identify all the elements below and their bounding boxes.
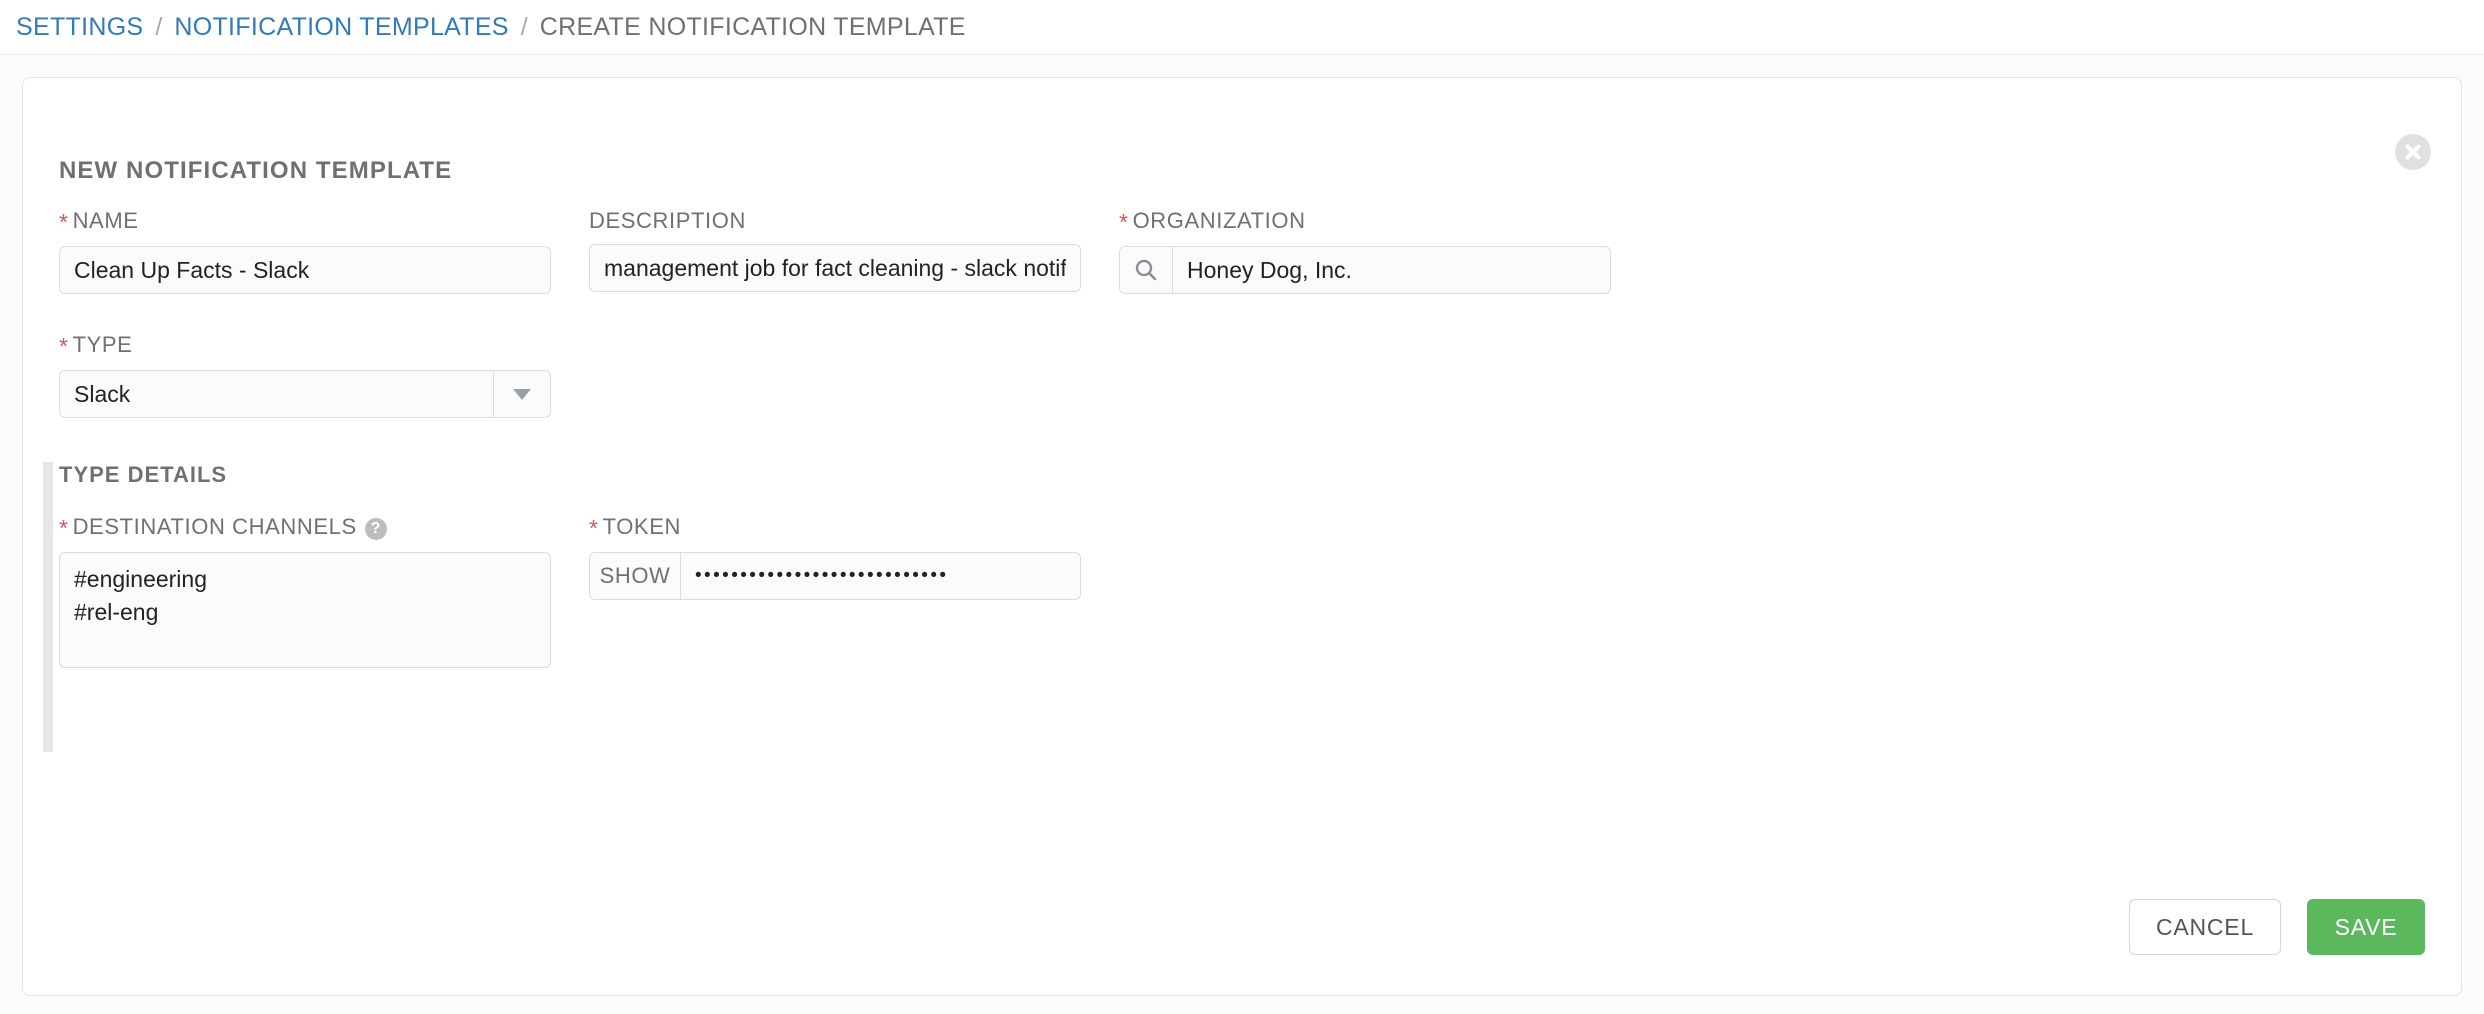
- organization-label: * ORGANIZATION: [1119, 208, 1611, 236]
- organization-input[interactable]: [1173, 247, 1610, 293]
- organization-label-text: ORGANIZATION: [1132, 208, 1306, 233]
- type-details-row: * DESTINATION CHANNELS? #engineering #rel…: [59, 514, 2425, 673]
- type-label: * TYPE: [59, 332, 551, 360]
- type-details-title: TYPE DETAILS: [59, 462, 228, 487]
- type-details-accent-bar: [43, 462, 53, 752]
- breadcrumb: SETTINGS / NOTIFICATION TEMPLATES / CREA…: [0, 0, 2484, 55]
- breadcrumb-item-create-notification-template: CREATE NOTIFICATION TEMPLATE: [539, 12, 966, 41]
- form-row-2: * TYPE Slack: [23, 332, 2461, 418]
- required-marker-token: *: [589, 515, 599, 541]
- organization-input-group: [1119, 246, 1611, 294]
- field-token: * TOKEN SHOW: [589, 514, 1081, 673]
- destination-channels-textarea[interactable]: #engineering #rel-eng: [59, 552, 551, 668]
- breadcrumb-item-settings[interactable]: SETTINGS: [16, 13, 143, 42]
- field-name: * NAME: [59, 208, 551, 294]
- destination-channels-label-text: DESTINATION CHANNELS: [72, 514, 357, 539]
- page-title: NEW NOTIFICATION TEMPLATE: [59, 157, 453, 184]
- required-marker-type: *: [59, 333, 69, 359]
- type-select-value[interactable]: Slack: [59, 370, 493, 418]
- card-footer: CANCEL SAVE: [2129, 899, 2425, 955]
- token-show-button[interactable]: SHOW: [590, 553, 681, 599]
- type-details-spacer: [1119, 514, 1611, 673]
- name-label: * NAME: [59, 208, 551, 236]
- breadcrumb-item-notification-templates[interactable]: NOTIFICATION TEMPLATES: [174, 13, 508, 42]
- new-notification-template-card: NEW NOTIFICATION TEMPLATE *NAME DESCRIPT…: [22, 77, 2462, 996]
- destination-channels-label: * DESTINATION CHANNELS?: [59, 514, 551, 542]
- description-label: DESCRIPTION: [589, 208, 746, 233]
- field-type: * TYPE Slack: [59, 332, 551, 418]
- breadcrumb-separator-1: /: [155, 12, 163, 41]
- token-label: * TOKEN: [589, 514, 1081, 542]
- field-destination-channels: * DESTINATION CHANNELS? #engineering #rel…: [59, 514, 551, 673]
- form-row-2-spacer-b: [1119, 332, 1611, 418]
- question-mark-icon[interactable]: ?: [364, 518, 387, 540]
- description-input[interactable]: [589, 244, 1081, 292]
- token-input[interactable]: [681, 553, 1080, 599]
- search-icon[interactable]: [1120, 247, 1173, 293]
- form-row-2-spacer-a: [589, 332, 1081, 418]
- save-button[interactable]: SAVE: [2307, 899, 2425, 955]
- form-area: *NAME DESCRIPTION *ORGANIZATION: [23, 208, 2461, 752]
- form-row-1: *NAME DESCRIPTION *ORGANIZATION: [23, 208, 2461, 294]
- name-input[interactable]: [59, 246, 551, 294]
- name-label-text: NAME: [72, 208, 139, 233]
- page-body: NEW NOTIFICATION TEMPLATE *NAME DESCRIPT…: [0, 55, 2484, 1014]
- required-marker-destination-channels: *: [59, 515, 69, 541]
- field-organization: * ORGANIZATION: [1119, 208, 1611, 294]
- close-icon[interactable]: [2395, 134, 2431, 170]
- token-input-group: SHOW: [589, 552, 1081, 600]
- field-description: DESCRIPTION: [589, 208, 1081, 294]
- chevron-down-icon[interactable]: [493, 370, 551, 418]
- required-marker-organization: *: [1119, 209, 1129, 235]
- type-select[interactable]: Slack: [59, 370, 551, 418]
- breadcrumb-separator-2: /: [520, 12, 528, 41]
- type-label-text: TYPE: [72, 332, 133, 357]
- cancel-button[interactable]: CANCEL: [2129, 899, 2281, 955]
- token-label-text: TOKEN: [602, 514, 681, 539]
- type-details-section: TYPE DETAILS * DESTINATION CHANNELS? #eng…: [23, 462, 2461, 752]
- required-marker-name: *: [59, 209, 69, 235]
